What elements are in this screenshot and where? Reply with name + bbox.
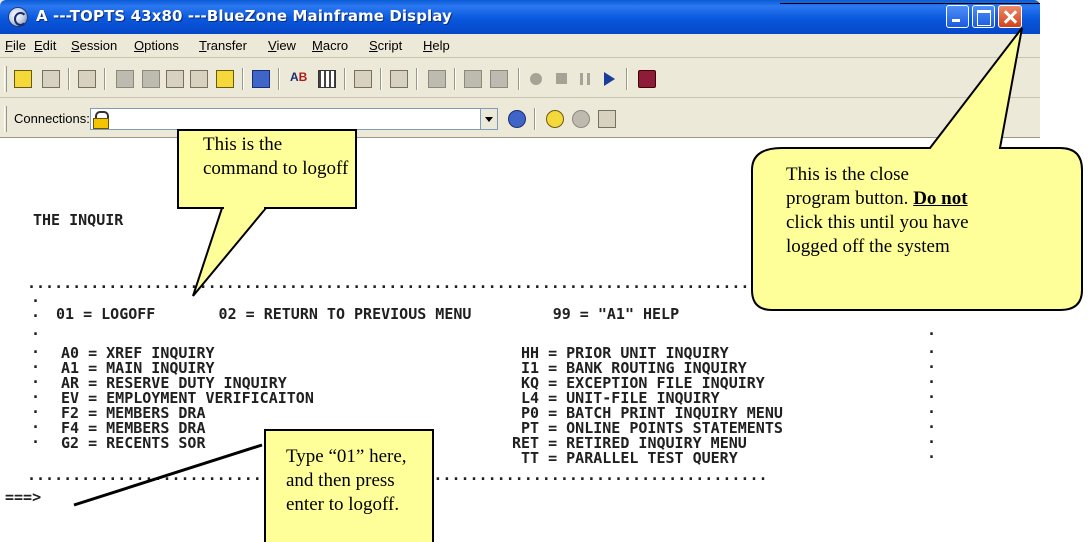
close-callout-text: This is the close program button. Do not… xyxy=(786,163,1076,259)
do-not-warning: Do not xyxy=(913,188,968,209)
close-callout-line1: This is the close xyxy=(786,164,909,185)
close-callout-line3: click this until you have xyxy=(786,212,969,233)
pointer-line xyxy=(73,443,263,507)
close-callout-line2: program button. Do not xyxy=(786,188,968,209)
close-callout-line4: logged off the system xyxy=(786,236,950,257)
page-rule xyxy=(780,3,1040,4)
